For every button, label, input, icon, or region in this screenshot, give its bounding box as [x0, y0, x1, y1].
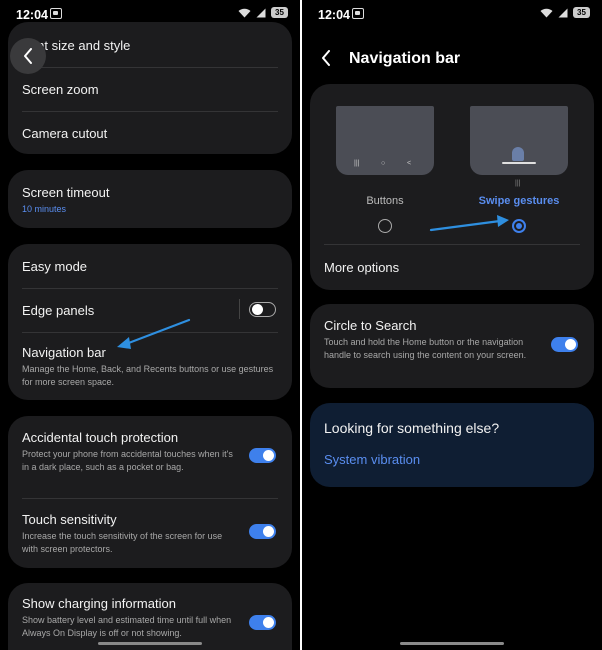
- annotation-arrow: [117, 318, 191, 349]
- home-indicator: [98, 642, 202, 645]
- right-phone-screen: 12:04 35 Navigation bar ||| ○ < ||| Butt…: [302, 0, 602, 650]
- left-phone-screen: 12:04 35 Font size and style Screen zoom…: [0, 0, 300, 650]
- annotation-arrow: [429, 215, 509, 232]
- home-indicator: [400, 642, 504, 645]
